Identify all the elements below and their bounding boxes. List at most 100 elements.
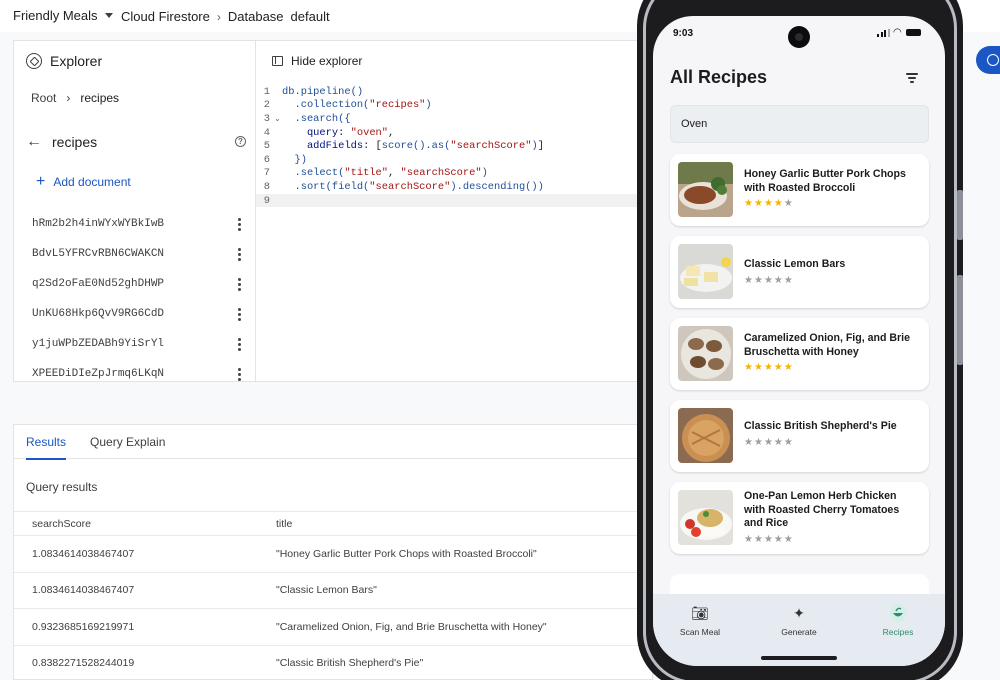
star-empty-icon: ★ bbox=[763, 275, 774, 286]
recipe-title: Classic British Shepherd's Pie bbox=[744, 420, 897, 432]
nav-label: Generate bbox=[781, 627, 817, 637]
star-empty-icon: ★ bbox=[763, 437, 774, 448]
explorer-panel: Explorer Root › recipes ← recipes ? + Ad… bbox=[13, 40, 255, 382]
nav-recipes[interactable]: Recipes bbox=[863, 604, 933, 637]
document-item[interactable]: XPEEDiDIeZpJrmq6LKqN bbox=[14, 359, 255, 381]
compass-icon bbox=[26, 53, 42, 69]
code-line: 3 ⌄ .search({ bbox=[263, 112, 351, 125]
column-header[interactable]: searchScore bbox=[14, 518, 276, 530]
nav-scan-meal[interactable]: 📷︎ Scan Meal bbox=[665, 604, 735, 637]
explorer-path: Root › recipes bbox=[31, 91, 119, 105]
star-rating: ★★★★★ bbox=[744, 437, 794, 448]
star-filled-icon: ★ bbox=[773, 362, 784, 373]
run-query-button[interactable] bbox=[976, 46, 1000, 74]
nav-generate[interactable]: ✦ Generate bbox=[764, 604, 834, 637]
star-empty-icon: ★ bbox=[783, 437, 794, 448]
star-filled-icon: ★ bbox=[773, 198, 784, 209]
breadcrumb-firestore[interactable]: Cloud Firestore bbox=[121, 9, 210, 24]
results-panel: Results Query Explain Query results sear… bbox=[13, 424, 653, 680]
sparkle-icon: ✦ bbox=[793, 605, 805, 621]
recipe-image bbox=[678, 162, 733, 217]
star-filled-icon: ★ bbox=[763, 198, 774, 209]
more-vert-icon[interactable] bbox=[238, 337, 242, 351]
recipe-card[interactable]: Honey Garlic Butter Pork Chops with Roas… bbox=[670, 154, 929, 226]
document-item[interactable]: y1juWPbZEDABh9YiSrYl bbox=[14, 329, 255, 359]
recipe-card[interactable]: Classic Lemon Bars ★★★★★ bbox=[670, 236, 929, 308]
table-row[interactable]: 0.8382271528244019 "Classic British Sheph… bbox=[14, 644, 652, 680]
more-vert-icon[interactable] bbox=[238, 247, 242, 261]
code-line: 7 .select("title", "searchScore") bbox=[263, 167, 488, 180]
star-filled-icon: ★ bbox=[744, 362, 754, 373]
fold-icon: ⌄ bbox=[274, 114, 281, 124]
star-empty-icon: ★ bbox=[753, 437, 764, 448]
breadcrumb-database-id[interactable]: default bbox=[291, 9, 330, 24]
document-id: y1juWPbZEDABh9YiSrYl bbox=[32, 338, 165, 350]
more-vert-icon[interactable] bbox=[238, 307, 242, 321]
star-empty-icon: ★ bbox=[744, 275, 754, 286]
filter-icon[interactable] bbox=[906, 73, 918, 83]
star-empty-icon: ★ bbox=[783, 198, 794, 209]
recipe-card[interactable]: One-Pan Lemon Herb Chicken with Roasted … bbox=[670, 482, 929, 554]
more-vert-icon[interactable] bbox=[238, 277, 242, 291]
signal-icon bbox=[877, 29, 890, 37]
recipe-card[interactable]: Classic British Shepherd's Pie ★★★★★ bbox=[670, 400, 929, 472]
path-collection[interactable]: recipes bbox=[80, 91, 119, 105]
recipe-title: Classic Lemon Bars bbox=[744, 258, 846, 270]
results-table: searchScore title 1.0834614038467407 "Hon… bbox=[14, 511, 652, 680]
table-row[interactable]: 1.0834614038467407 "Classic Lemon Bars" bbox=[14, 571, 652, 609]
project-name: Friendly Meals bbox=[13, 8, 98, 23]
project-selector[interactable]: Friendly Meals bbox=[13, 8, 113, 23]
recipe-image bbox=[678, 490, 733, 545]
sidebar-icon bbox=[272, 56, 283, 66]
star-filled-icon: ★ bbox=[744, 198, 754, 209]
document-item[interactable]: hRm2b2h4inWYxWYBkIwB bbox=[14, 209, 255, 239]
hide-explorer-label: Hide explorer bbox=[291, 54, 363, 68]
document-item[interactable]: UnKU68Hkp6QvV9RG6CdD bbox=[14, 299, 255, 329]
recipe-title: Honey Garlic Butter Pork Chops with Roas… bbox=[744, 168, 906, 194]
code-line: 4 query: "oven", bbox=[263, 126, 395, 139]
code-line: 8 .sort(field("searchScore").descending(… bbox=[263, 180, 544, 193]
star-filled-icon: ★ bbox=[753, 362, 764, 373]
help-icon[interactable]: ? bbox=[235, 136, 246, 147]
star-filled-icon: ★ bbox=[763, 362, 774, 373]
title-cell: "Classic British Shepherd's Pie" bbox=[276, 657, 424, 670]
search-score-cell: 1.0834614038467407 bbox=[32, 547, 135, 560]
star-empty-icon: ★ bbox=[763, 534, 774, 545]
home-indicator[interactable] bbox=[761, 656, 837, 660]
search-input[interactable]: Oven bbox=[670, 105, 929, 143]
phone-volume-button bbox=[957, 190, 963, 240]
more-vert-icon[interactable] bbox=[238, 217, 242, 231]
star-empty-icon: ★ bbox=[783, 534, 794, 545]
star-rating: ★★★★★ bbox=[744, 534, 794, 545]
hide-explorer-button[interactable]: Hide explorer bbox=[272, 54, 362, 68]
status-bar: 9:03 ◠ bbox=[653, 16, 945, 50]
breadcrumb-database: Database bbox=[227, 9, 284, 24]
search-score-cell: 0.8382271528244019 bbox=[32, 657, 135, 670]
path-root[interactable]: Root bbox=[31, 91, 56, 105]
code-line: 5 addFields: [score().as("searchScore")] bbox=[263, 140, 544, 153]
add-document-button[interactable]: + Add document bbox=[36, 174, 131, 190]
document-item[interactable]: BdvL5YFRCvRBN6CWAKCN bbox=[14, 239, 255, 269]
title-cell: "Classic Lemon Bars" bbox=[276, 584, 377, 597]
code-area[interactable]: 1 db.pipeline() 2 .collection("recipes") … bbox=[256, 85, 644, 208]
results-label: Query results bbox=[26, 480, 98, 494]
star-empty-icon: ★ bbox=[744, 437, 754, 448]
star-empty-icon: ★ bbox=[744, 534, 754, 545]
status-time: 9:03 bbox=[673, 28, 694, 39]
tab-results[interactable]: Results bbox=[14, 425, 78, 460]
more-vert-icon[interactable] bbox=[238, 367, 242, 381]
add-document-label: Add document bbox=[53, 175, 131, 189]
tab-query-explain[interactable]: Query Explain bbox=[78, 425, 177, 459]
star-empty-icon: ★ bbox=[773, 534, 784, 545]
code-line: 6 }) bbox=[263, 153, 307, 166]
table-row[interactable]: 1.0834614038467407 "Honey Garlic Butter P… bbox=[14, 535, 652, 572]
column-header[interactable]: title bbox=[276, 518, 652, 530]
recipe-image bbox=[678, 326, 733, 381]
star-filled-icon: ★ bbox=[753, 198, 764, 209]
back-arrow-icon[interactable]: ← bbox=[26, 133, 42, 151]
phone-screen: 9:03 ◠ All Recipes Oven Honey Garlic But… bbox=[653, 16, 945, 666]
table-row[interactable]: 0.9323685169219971 "Caramelized Onion, Fi… bbox=[14, 608, 652, 645]
recipe-card[interactable]: Caramelized Onion, Fig, and Brie Brusche… bbox=[670, 318, 929, 390]
document-item[interactable]: q2Sd2oFaE0Nd52ghDHWP bbox=[14, 269, 255, 299]
query-editor[interactable]: Hide explorer 1 db.pipeline() 2 .collecti… bbox=[255, 40, 645, 382]
